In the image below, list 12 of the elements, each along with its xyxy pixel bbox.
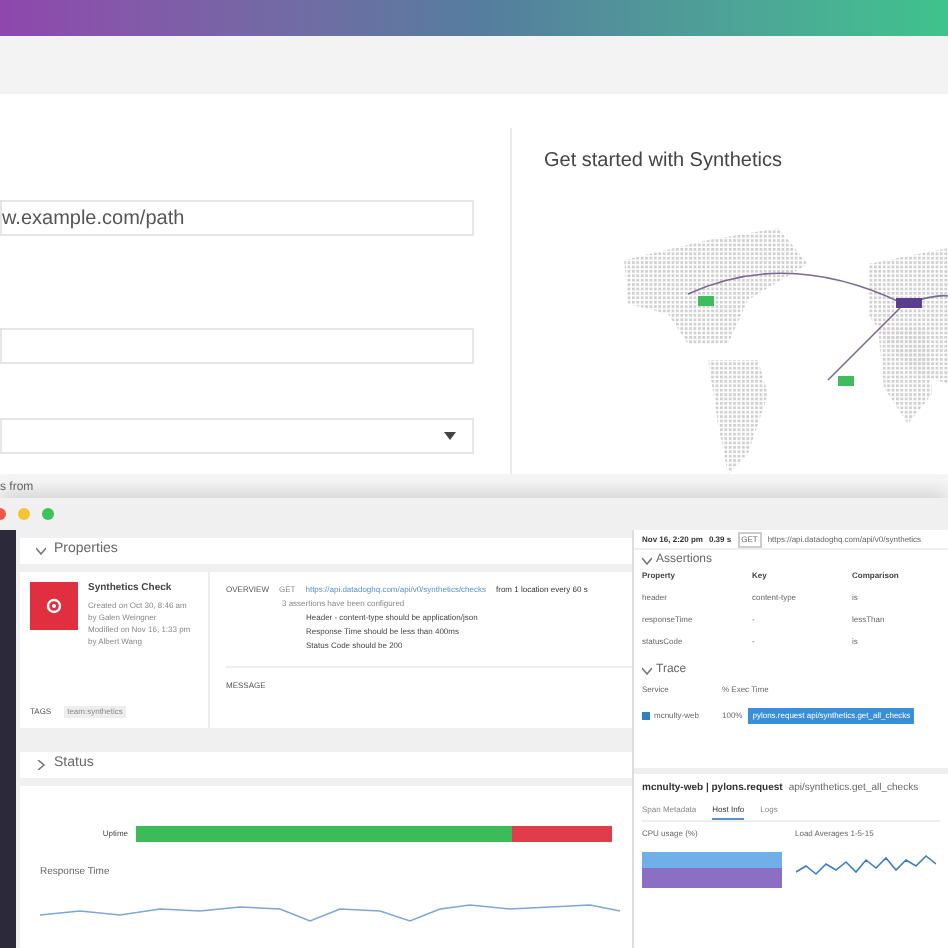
promo-title: Get started with Synthetics — [544, 148, 784, 176]
chevron-down-icon — [642, 665, 652, 675]
select-field[interactable] — [0, 418, 474, 454]
input-field[interactable] — [0, 328, 474, 364]
minimize-icon[interactable] — [18, 508, 30, 520]
maximize-icon[interactable] — [42, 508, 54, 520]
chevron-right-icon — [36, 760, 46, 770]
chevron-down-icon — [36, 546, 46, 556]
caret-icon — [444, 432, 456, 440]
url-field[interactable]: w.example.com/path — [0, 200, 474, 236]
chevron-down-icon — [642, 555, 652, 565]
check-logo-icon — [30, 582, 78, 630]
